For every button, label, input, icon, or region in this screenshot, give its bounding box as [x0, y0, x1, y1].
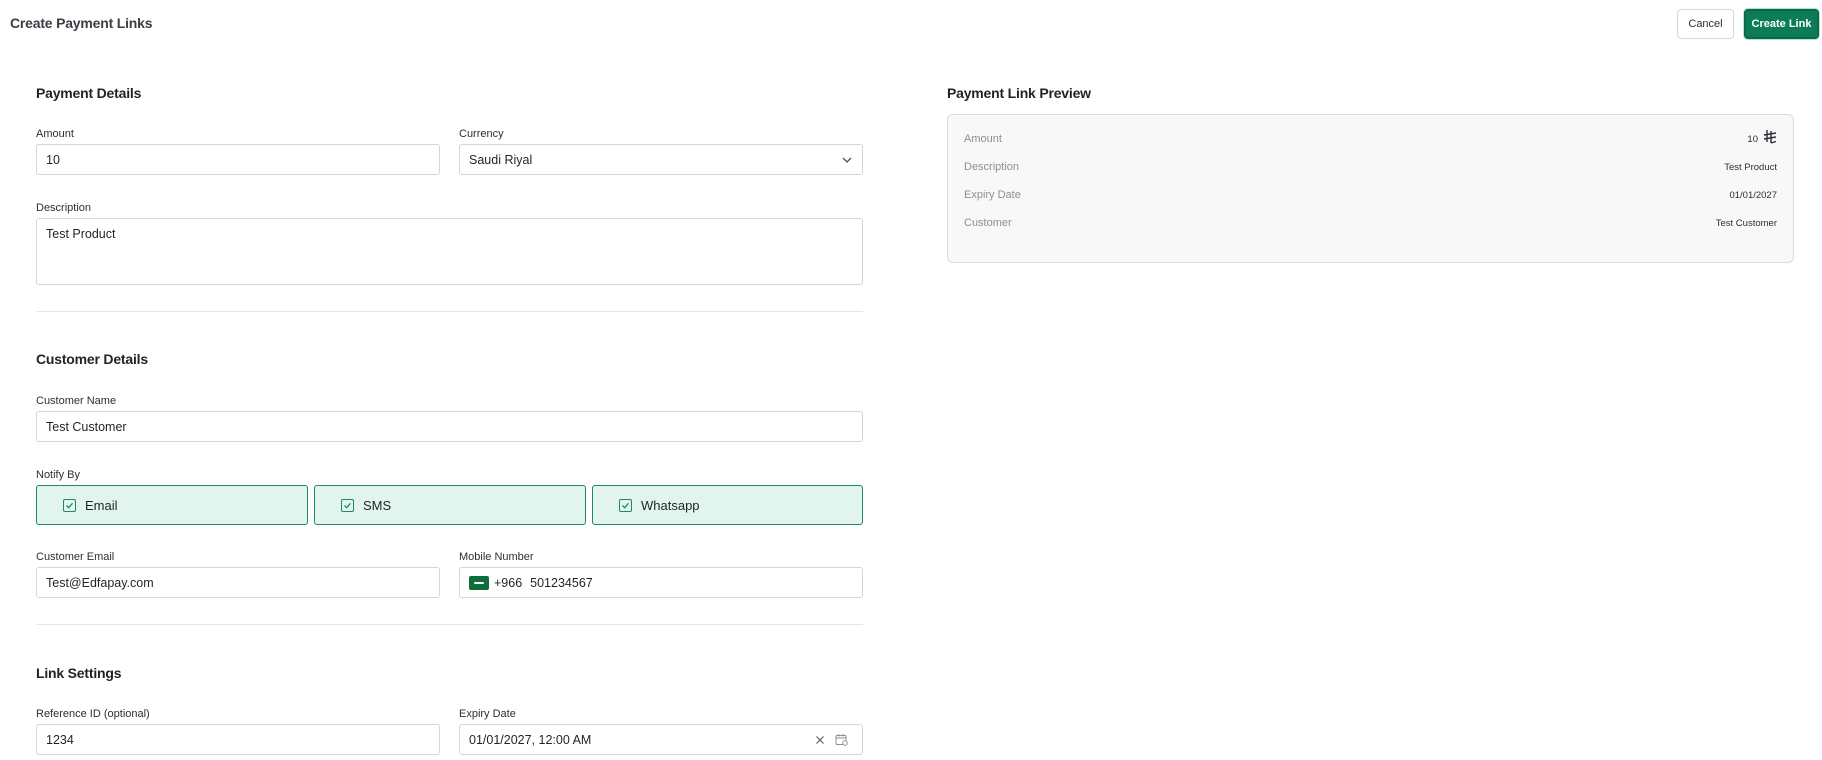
mobile-number-input[interactable]: +966 501234567 — [459, 567, 863, 598]
customer-name-value: Test Customer — [46, 419, 127, 434]
customer-email-label: Customer Email — [36, 551, 115, 563]
preview-row-customer: Customer Test Customer — [964, 217, 1777, 229]
saudi-flag-icon[interactable] — [469, 575, 489, 590]
reference-id-input[interactable]: 1234 — [36, 724, 440, 755]
riyal-symbol-icon — [1763, 129, 1777, 149]
customer-name-label: Customer Name — [36, 395, 117, 407]
description-textarea[interactable]: Test Product — [36, 218, 863, 285]
calendar-icon[interactable] — [835, 733, 848, 746]
currency-select[interactable]: Saudi Riyal — [459, 144, 863, 175]
expiry-date-value: 01/01/2027, 12:00 AM — [469, 732, 592, 747]
preview-card: Amount 10 Description Test Product Expir… — [947, 114, 1794, 263]
preview-row-description: Description Test Product — [964, 161, 1777, 173]
notify-option-whatsapp[interactable]: Whatsapp — [592, 485, 863, 525]
payment-details-title: Payment Details — [36, 85, 142, 101]
preview-value: Test Customer — [1715, 217, 1777, 229]
amount-label: Amount — [36, 128, 74, 140]
customer-details-title: Customer Details — [36, 351, 148, 367]
preview-row-expiry: Expiry Date 01/01/2027 — [964, 189, 1777, 201]
preview-label: Amount — [964, 133, 1002, 145]
expiry-date-label: Expiry Date — [459, 708, 516, 720]
preview-label: Description — [964, 161, 1020, 173]
customer-name-input[interactable]: Test Customer — [36, 411, 863, 442]
notify-option-label: Email — [85, 497, 118, 513]
notify-option-label: Whatsapp — [641, 497, 700, 513]
mobile-number-label: Mobile Number — [459, 551, 534, 563]
page-title: Create Payment Links — [10, 15, 153, 31]
preview-title: Payment Link Preview — [947, 85, 1091, 101]
currency-label: Currency — [459, 128, 504, 140]
preview-amount-value: 10 — [1747, 133, 1758, 145]
description-value: Test Product — [46, 227, 116, 241]
amount-input[interactable]: 10 — [36, 144, 440, 175]
preview-value: 10 — [1747, 129, 1777, 149]
customer-email-value: Test@Edfapay.com — [46, 575, 154, 590]
preview-row-amount: Amount 10 — [964, 129, 1777, 149]
customer-email-input[interactable]: Test@Edfapay.com — [36, 567, 440, 598]
mobile-number-value: 501234567 — [530, 575, 593, 590]
top-bar: Create Payment Links Cancel Create Link — [0, 0, 1822, 46]
notify-option-label: SMS — [363, 497, 392, 513]
country-code: +966 — [494, 575, 523, 590]
notify-option-email[interactable]: Email — [36, 485, 308, 525]
notify-option-sms[interactable]: SMS — [314, 485, 586, 525]
clear-icon[interactable] — [815, 735, 825, 745]
chevron-down-icon — [842, 157, 852, 163]
preview-label: Expiry Date — [964, 189, 1021, 201]
preview-value: Test Product — [1724, 161, 1777, 173]
notify-by-label: Notify By — [36, 469, 81, 481]
cancel-button[interactable]: Cancel — [1677, 9, 1734, 39]
section-divider — [36, 311, 863, 312]
checkbox-checked-icon[interactable] — [619, 498, 632, 512]
amount-value: 10 — [46, 152, 60, 167]
preview-value: 01/01/2027 — [1729, 189, 1777, 201]
checkbox-checked-icon[interactable] — [63, 498, 76, 512]
checkbox-checked-icon[interactable] — [341, 498, 354, 512]
currency-value: Saudi Riyal — [469, 152, 533, 167]
reference-id-label: Reference ID (optional) — [36, 708, 150, 720]
reference-id-value: 1234 — [46, 732, 74, 747]
description-label: Description — [36, 202, 92, 214]
expiry-date-input[interactable]: 01/01/2027, 12:00 AM — [459, 724, 863, 755]
section-divider — [36, 624, 863, 625]
preview-label: Customer — [964, 217, 1012, 229]
link-settings-title: Link Settings — [36, 665, 122, 681]
create-link-button[interactable]: Create Link — [1744, 9, 1819, 39]
